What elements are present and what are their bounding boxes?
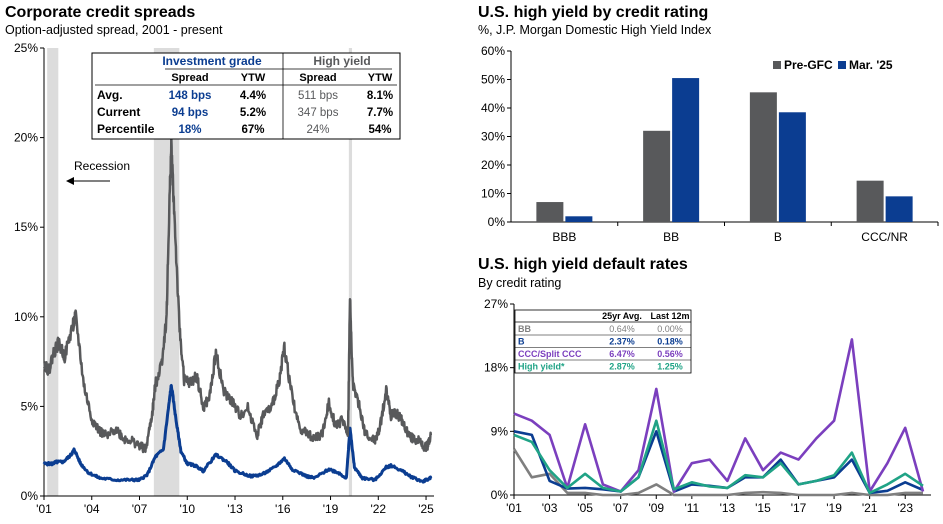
defaults-cell: 2.87% [609, 362, 635, 372]
y-tick-label: 27% [484, 297, 508, 311]
x-tick-label: '03 [542, 501, 558, 515]
x-tick-label: '21 [862, 501, 878, 515]
x-tick-label: '01 [506, 501, 522, 515]
defaults-cell: 0.18% [657, 337, 683, 347]
x-tick-label: '11 [684, 501, 699, 515]
y-tick-label: 9% [491, 424, 509, 438]
x-tick-label: '15 [755, 501, 771, 515]
x-tick-label: '19 [826, 501, 842, 515]
default-rates-chart: 0% 9% 18% 27% '01 '03 '05 '07 '09 '11 '13 '15 '17 '19… [484, 297, 931, 515]
defaults-cell: 0.00% [657, 324, 683, 334]
defaults-cell: 0.64% [609, 324, 635, 334]
x-tick-label: '17 [791, 501, 807, 515]
defaults-row-label-b: B [518, 337, 525, 347]
x-tick-label: '07 [613, 501, 629, 515]
defaults-row-label-bb: BB [518, 324, 531, 334]
x-tick-label: '05 [577, 501, 593, 515]
defaults-cell: 2.37% [609, 337, 635, 347]
x-tick-label: '09 [648, 501, 664, 515]
defaults-col-header: 25yr Avg. [602, 311, 642, 321]
defaults-cell: 6.47% [609, 349, 635, 359]
defaults-cell: 0.56% [657, 349, 683, 359]
defaults-row-label-ccc-split-ccc: CCC/Split CCC [518, 349, 582, 359]
defaults-row-label-high-yield: High yield* [518, 362, 565, 372]
y-tick-label: 18% [484, 361, 508, 375]
x-tick-label: '13 [720, 501, 736, 515]
y-tick-label: 0% [491, 488, 509, 502]
defaults-col-header: Last 12m [650, 311, 689, 321]
defaults-cell: 1.25% [657, 362, 683, 372]
x-tick-label: '23 [897, 501, 913, 515]
